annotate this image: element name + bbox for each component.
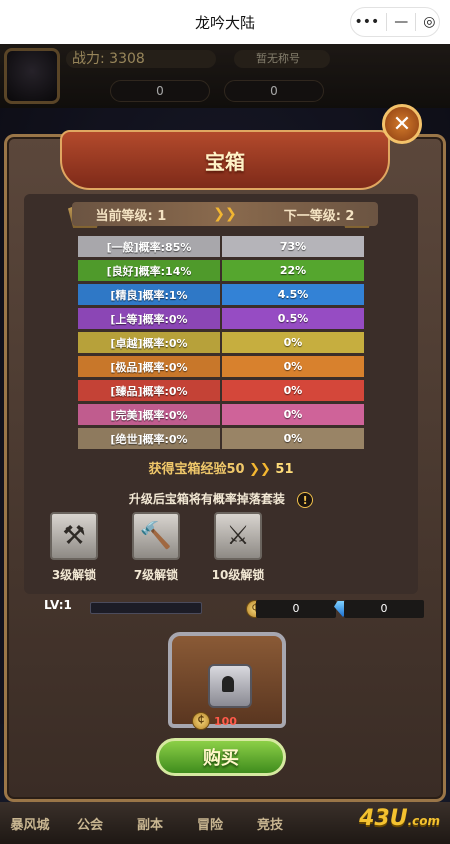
cost-value: 100 [214, 714, 237, 728]
rate-current: [上等]概率:0% [78, 308, 220, 329]
chest-level-label: LV:1 [44, 598, 72, 612]
next-level: 下一等级: 2 [283, 208, 355, 224]
level-info-row: 当前等级: 1 ❯❯ 下一等级: 2 [72, 202, 378, 226]
coin-counter: 0 [256, 600, 336, 618]
dialog-title: 宝箱 [205, 149, 245, 174]
rate-next: 4.5% [222, 284, 364, 305]
mace-icon[interactable]: ⚔ [214, 512, 262, 560]
exp-text: 获得宝箱经验50 [148, 462, 245, 477]
hammer-icon[interactable]: 🔨 [132, 512, 180, 560]
rate-next: 0.5% [222, 308, 364, 329]
upgrade-note-row: 升级后宝箱将有概率掉落套装 ! [24, 488, 418, 510]
miniapp-capsule: ••• — ◎ [350, 7, 440, 37]
chest-cost: ￠ 100 [192, 712, 262, 730]
window-title-bar: 龙吟大陆 ••• — ◎ [0, 0, 450, 44]
rate-current: [完美]概率:0% [78, 404, 220, 425]
rate-next: 0% [222, 428, 364, 449]
capsule-divider [415, 13, 417, 31]
rate-row: [绝世]概率:0% 0% [78, 428, 364, 449]
chest-exp-bar [90, 602, 202, 614]
rate-row: [良好]概率:14% 22% [78, 260, 364, 281]
rate-current: [绝世]概率:0% [78, 428, 220, 449]
site-logo: 43U.com [359, 806, 440, 831]
gem-counter: 0 [344, 600, 424, 618]
nav-item-guild[interactable]: 公会 [60, 814, 120, 833]
drop-rate-table: [一般]概率:85% 73% [良好]概率:14% 22% [精良]概率:1% 4.5%[… [78, 236, 364, 452]
rate-next: 0% [222, 404, 364, 425]
rate-current: [精良]概率:1% [78, 284, 220, 305]
rate-row: [极品]概率:0% 0% [78, 356, 364, 377]
coin-value: 0 [292, 602, 300, 615]
upgrade-note: 升级后宝箱将有概率掉落套装 [128, 492, 285, 506]
rate-row: [精良]概率:1% 4.5% [78, 284, 364, 305]
more-icon[interactable]: ••• [355, 14, 380, 30]
nav-item-dungeon[interactable]: 副本 [120, 814, 180, 833]
buy-button[interactable]: 购买 [156, 738, 286, 776]
info-icon[interactable]: ! [297, 491, 314, 508]
capsule-divider [386, 13, 388, 31]
rate-row: [完美]概率:0% 0% [78, 404, 364, 425]
double-arrow-icon: ❯❯ [249, 462, 271, 477]
rate-current: [臻品]概率:0% [78, 380, 220, 401]
nav-item-arena[interactable]: 竞技 [240, 814, 300, 833]
rate-next: 0% [222, 356, 364, 377]
rate-current: [一般]概率:85% [78, 236, 220, 257]
gem-value: 0 [380, 602, 388, 615]
rate-next: 0% [222, 380, 364, 401]
rate-row: [上等]概率:0% 0.5% [78, 308, 364, 329]
close-button[interactable]: ✕ [382, 104, 422, 144]
rate-row: [臻品]概率:0% 0% [78, 380, 364, 401]
rate-next: 22% [222, 260, 364, 281]
unlock-label: 7级解锁 [133, 568, 179, 582]
axe-icon[interactable]: ⚒ [50, 512, 98, 560]
rate-next: 73% [222, 236, 364, 257]
app-title: 龙吟大陆 [194, 13, 255, 32]
unlock-label: 3级解锁 [51, 568, 97, 582]
rate-current: [卓越]概率:0% [78, 332, 220, 353]
rate-next: 0% [222, 332, 364, 353]
coin-icon: ￠ [192, 712, 210, 730]
nav-item-city[interactable]: 暴风城 [0, 814, 60, 833]
current-level: 当前等级: 1 [95, 208, 167, 224]
rate-current: [良好]概率:14% [78, 260, 220, 281]
exp-next: 51 [275, 462, 294, 477]
unlock-label: 10级解锁 [211, 568, 265, 582]
logo-suffix: .com [407, 814, 440, 828]
chest-exp-row: 获得宝箱经验50 ❯❯ 51 [24, 458, 418, 482]
dialog-title-ribbon: 宝箱 [60, 130, 390, 190]
close-miniapp-icon[interactable]: ◎ [423, 14, 435, 30]
minimize-icon[interactable]: — [394, 14, 408, 30]
rate-row: [一般]概率:85% 73% [78, 236, 364, 257]
double-arrow-icon: ❯❯ [213, 206, 237, 222]
rate-row: [卓越]概率:0% 0% [78, 332, 364, 353]
logo-text: 43U [359, 806, 408, 831]
rate-current: [极品]概率:0% [78, 356, 220, 377]
nav-item-adventure[interactable]: 冒险 [180, 814, 240, 833]
